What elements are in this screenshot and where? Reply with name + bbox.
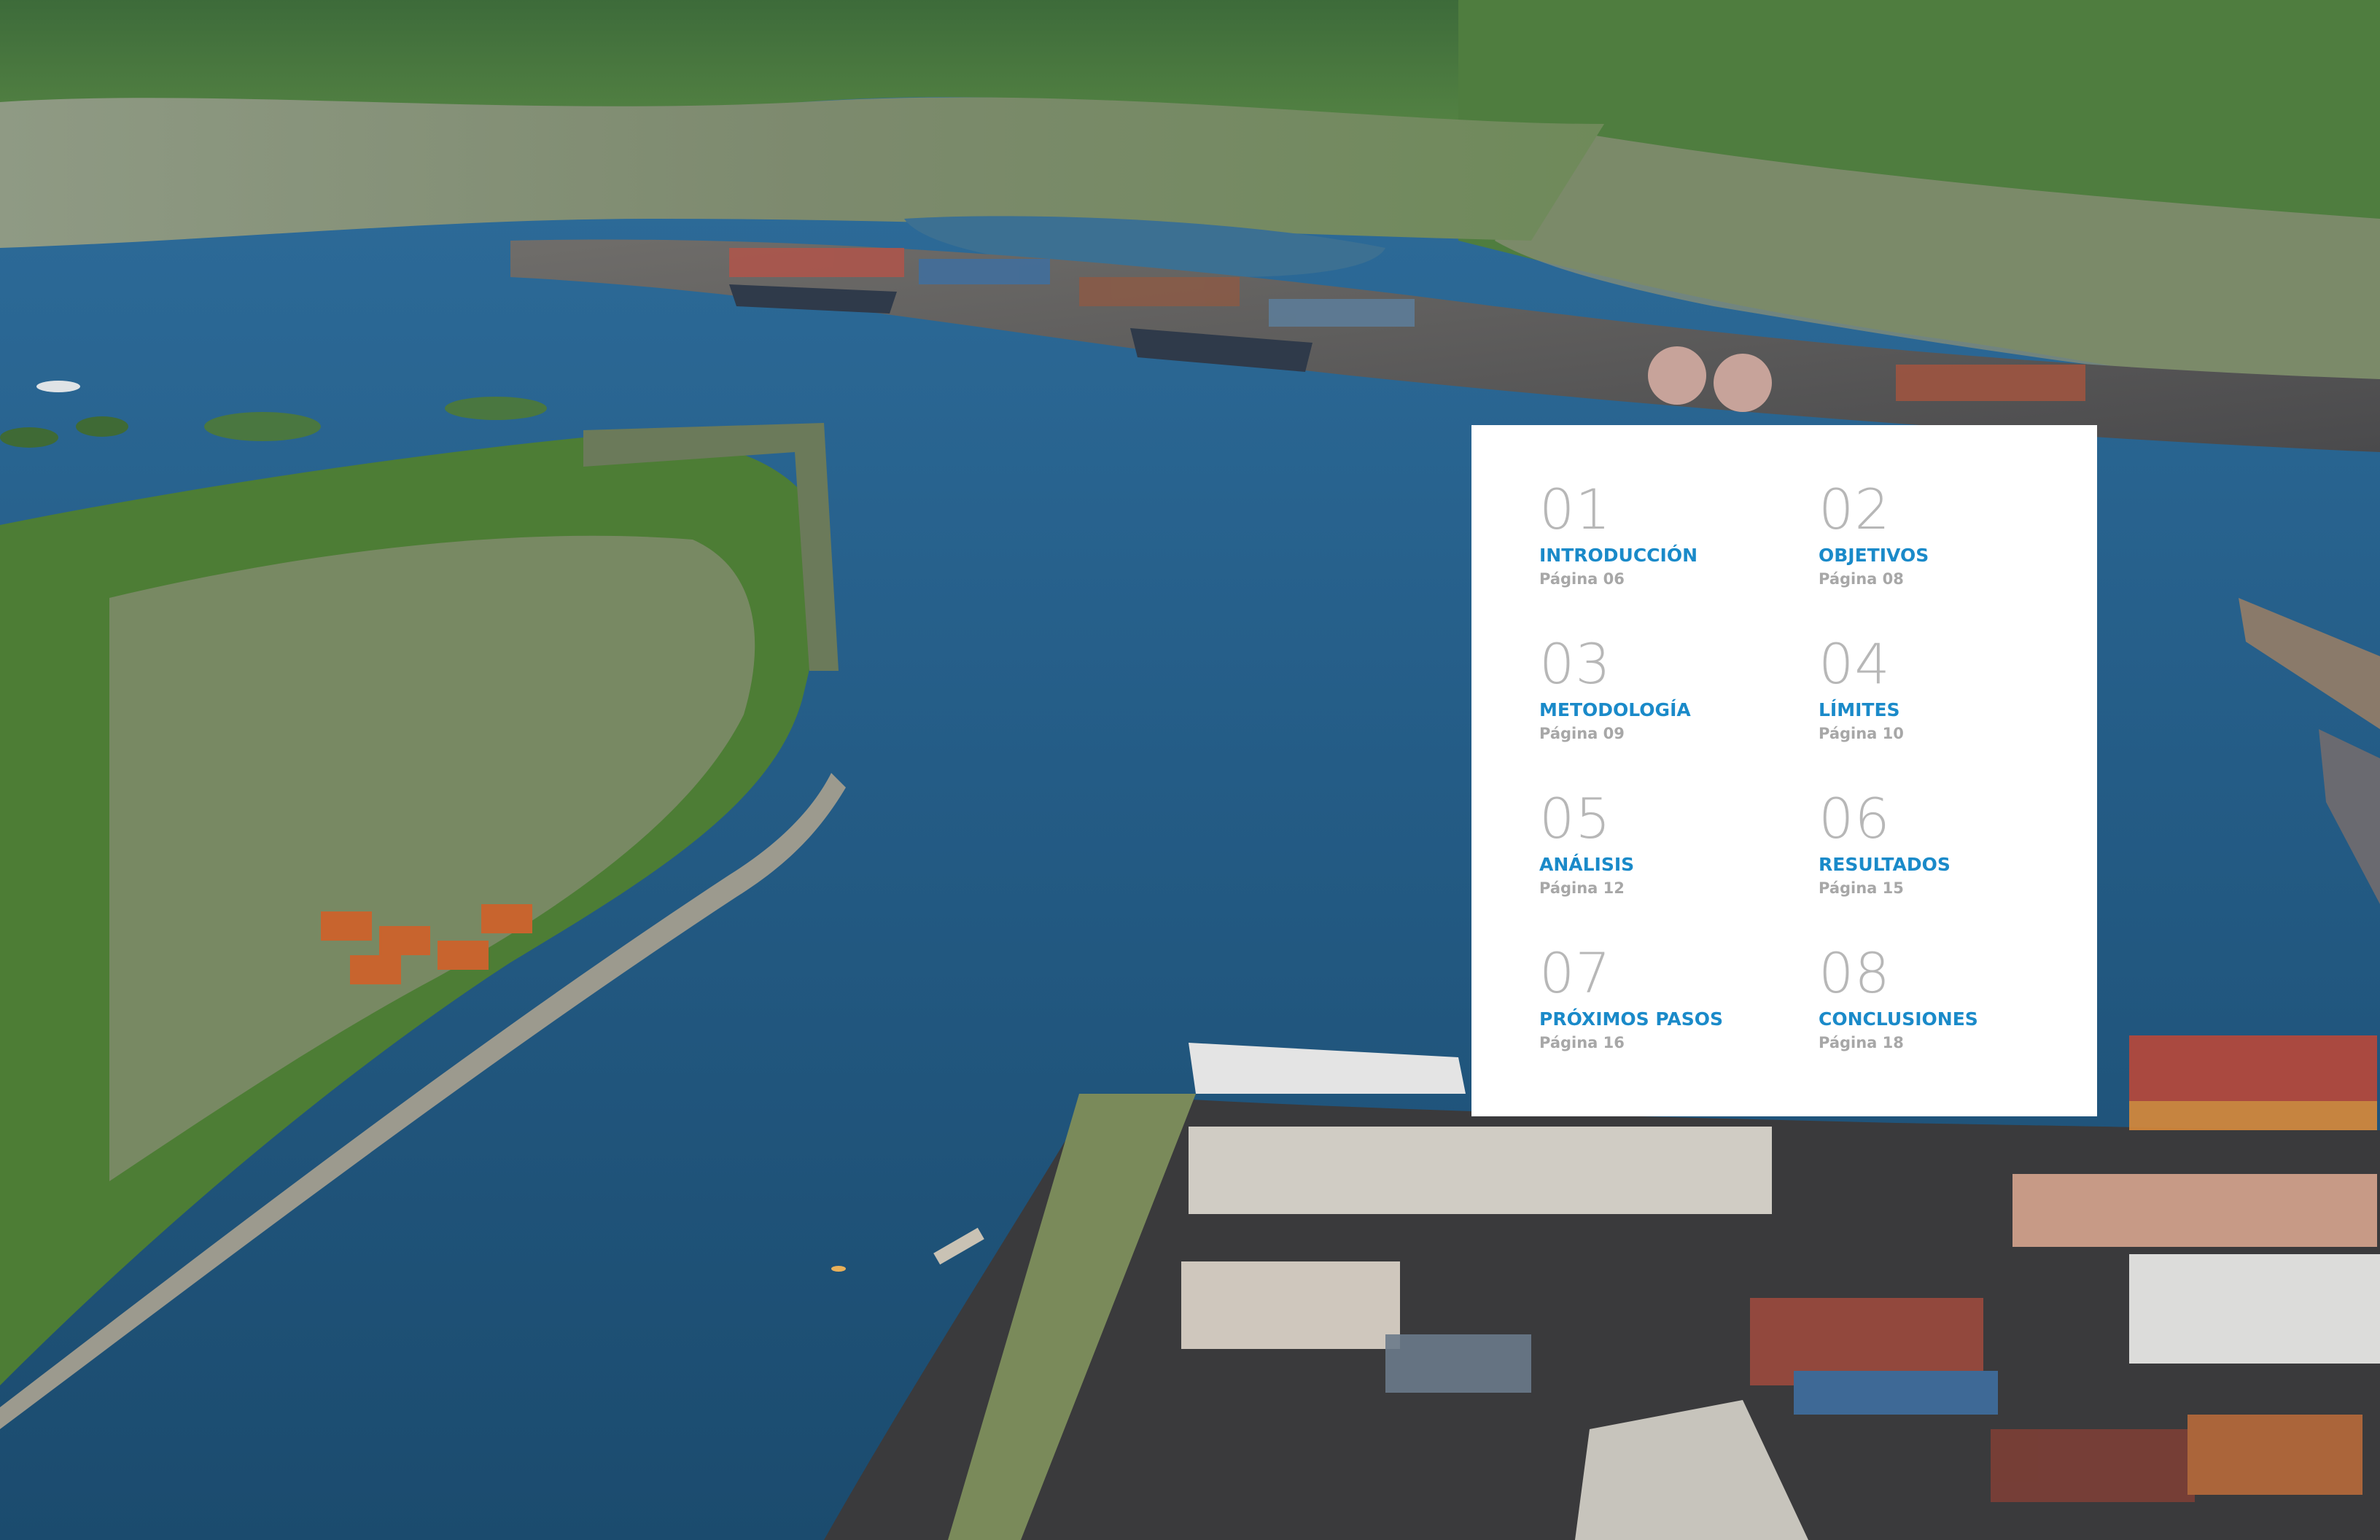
toc-entry-03[interactable]: 03 METODOLOGÍA Página 09 <box>1539 637 1787 743</box>
toc-title[interactable]: RESULTADOS <box>1819 854 2066 876</box>
toc-title[interactable]: METODOLOGÍA <box>1539 699 1787 721</box>
toc-number: 02 <box>1819 477 1891 542</box>
toc-number: 04 <box>1819 631 1891 696</box>
toc-title[interactable]: ANÁLISIS <box>1539 854 1787 876</box>
table-of-contents-card: 01 INTRODUCCIÓN Página 06 02 OBJETIVOS P… <box>1471 425 2097 1116</box>
toc-title[interactable]: LÍMITES <box>1819 699 2066 721</box>
toc-entry-05[interactable]: 05 ANÁLISIS Página 12 <box>1539 791 1787 898</box>
toc-number: 07 <box>1539 941 1611 1006</box>
toc-page: Página 08 <box>1819 570 1904 588</box>
toc-title[interactable]: PRÓXIMOS PASOS <box>1539 1008 1787 1030</box>
toc-page: Página 06 <box>1539 570 1625 588</box>
toc-entry-06[interactable]: 06 RESULTADOS Página 15 <box>1819 791 2066 898</box>
toc-page: Página 12 <box>1539 879 1625 897</box>
toc-title[interactable]: INTRODUCCIÓN <box>1539 545 1787 567</box>
toc-number: 06 <box>1819 786 1891 851</box>
toc-page: Página 18 <box>1819 1034 1904 1051</box>
toc-entry-02[interactable]: 02 OBJETIVOS Página 08 <box>1819 482 2066 588</box>
toc-number: 03 <box>1539 631 1611 696</box>
toc-entry-04[interactable]: 04 LÍMITES Página 10 <box>1819 637 2066 743</box>
toc-page: Página 09 <box>1539 725 1625 742</box>
toc-number: 01 <box>1539 477 1611 542</box>
toc-entry-08[interactable]: 08 CONCLUSIONES Página 18 <box>1819 946 2066 1052</box>
toc-page: Página 15 <box>1819 879 1904 897</box>
toc-number: 05 <box>1539 786 1611 851</box>
toc-title[interactable]: CONCLUSIONES <box>1819 1008 2066 1030</box>
toc-title[interactable]: OBJETIVOS <box>1819 545 2066 567</box>
toc-entry-07[interactable]: 07 PRÓXIMOS PASOS Página 16 <box>1539 946 1787 1052</box>
toc-number: 08 <box>1819 941 1891 1006</box>
toc-entry-01[interactable]: 01 INTRODUCCIÓN Página 06 <box>1539 482 1787 588</box>
toc-page: Página 16 <box>1539 1034 1625 1051</box>
toc-page: Página 10 <box>1819 725 1904 742</box>
